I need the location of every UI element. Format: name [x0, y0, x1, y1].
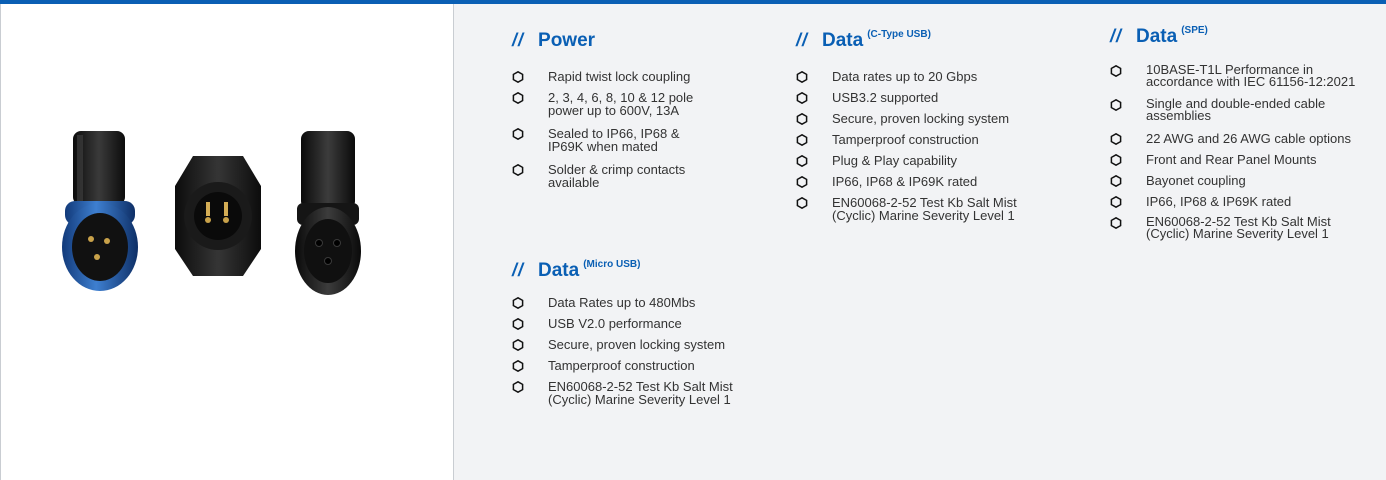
- list-item: EN60068-2-52 Test Kb Salt Mist (Cyclic) …: [796, 196, 1066, 222]
- socket-connector-image: [295, 131, 361, 295]
- list-item: 2, 3, 4, 6, 8, 10 & 12 pole power up to …: [512, 91, 752, 117]
- list-item: Secure, proven locking system: [796, 112, 1066, 125]
- list-item: IP66, IP68 & IP69K rated: [796, 175, 1066, 188]
- data-spe-header: // Data (SPE): [1110, 25, 1386, 52]
- list-item: USB V2.0 performance: [512, 317, 772, 330]
- hexagon-bullet-icon: [1110, 133, 1122, 145]
- hexagon-bullet-icon: [796, 113, 808, 125]
- item-text: Solder & crimp contacts available: [548, 162, 686, 190]
- section-title: Data: [538, 260, 580, 281]
- hexagon-bullet-icon: [512, 164, 524, 176]
- item-text: 22 AWG and 26 AWG cable options: [1146, 131, 1351, 146]
- data-c-type-usb-section: // Data (C-Type USB) Data rates up to 20…: [796, 29, 1066, 230]
- slashes-decoration: //: [512, 30, 525, 50]
- item-text: Tamperproof construction: [832, 132, 979, 147]
- data-spe-feature-list: 10BASE-T1L Performance in accordance wit…: [1110, 62, 1386, 241]
- hexagon-bullet-icon: [512, 128, 524, 140]
- item-text: Tamperproof construction: [548, 358, 695, 373]
- hexagon-bullet-icon: [796, 92, 808, 104]
- slashes-decoration: //: [796, 30, 809, 50]
- data-spe-section: // Data (SPE) 10BASE-T1L Performance in …: [1110, 25, 1386, 248]
- item-text: 10BASE-T1L Performance in accordance wit…: [1146, 62, 1356, 89]
- item-text: Data rates up to 20 Gbps: [832, 69, 978, 84]
- hexagon-bullet-icon: [512, 297, 524, 309]
- section-title: Data: [1136, 26, 1178, 47]
- list-item: Bayonet coupling: [1110, 174, 1386, 187]
- list-item: 10BASE-T1L Performance in accordance wit…: [1110, 62, 1386, 89]
- slashes-decoration: //: [512, 260, 525, 280]
- list-item: Sealed to IP66, IP68 & IP69K when mated: [512, 127, 752, 153]
- list-item: IP66, IP68 & IP69K rated: [1110, 195, 1386, 208]
- item-text: EN60068-2-52 Test Kb Salt Mist (Cyclic) …: [1146, 214, 1331, 241]
- hexagon-bullet-icon: [1110, 65, 1122, 77]
- item-text: IP66, IP68 & IP69K rated: [1146, 194, 1292, 209]
- hexagon-bullet-icon: [512, 360, 524, 372]
- data-micro-usb-header: // Data (Micro USB): [512, 259, 772, 286]
- section-title: Data: [822, 30, 864, 51]
- data-micro-usb-feature-list: Data Rates up to 480Mbs USB V2.0 perform…: [512, 296, 772, 406]
- hexagon-bullet-icon: [512, 92, 524, 104]
- hexagon-bullet-icon: [796, 176, 808, 188]
- hexagon-bullet-icon: [1110, 196, 1122, 208]
- data-c-type-usb-feature-list: Data rates up to 20 Gbps USB3.2 supporte…: [796, 70, 1066, 222]
- section-superscript: (SPE): [1181, 25, 1208, 36]
- list-item: USB3.2 supported: [796, 91, 1066, 104]
- item-text: Sealed to IP66, IP68 & IP69K when mated: [548, 126, 680, 154]
- list-item: Tamperproof construction: [512, 359, 772, 372]
- item-text: Data Rates up to 480Mbs: [548, 295, 696, 310]
- blue-plug-connector-image: [62, 131, 138, 291]
- data-c-type-usb-header: // Data (C-Type USB): [796, 29, 1066, 56]
- section-superscript: (C-Type USB): [867, 29, 931, 40]
- list-item: EN60068-2-52 Test Kb Salt Mist (Cyclic) …: [1110, 214, 1386, 241]
- item-text: USB V2.0 performance: [548, 316, 682, 331]
- item-text: EN60068-2-52 Test Kb Salt Mist (Cyclic) …: [548, 379, 733, 407]
- item-text: EN60068-2-52 Test Kb Salt Mist (Cyclic) …: [832, 195, 1017, 223]
- hexagon-bullet-icon: [512, 381, 524, 393]
- section-title: Power: [538, 30, 596, 51]
- item-text: Secure, proven locking system: [832, 111, 1010, 126]
- list-item: Solder & crimp contacts available: [512, 163, 752, 189]
- hexagon-bullet-icon: [512, 318, 524, 330]
- hexagon-bullet-icon: [1110, 154, 1122, 166]
- power-section: // Power Rapid twist lock coupling 2, 3,…: [512, 30, 752, 197]
- list-item: Plug & Play capability: [796, 154, 1066, 167]
- power-feature-list: Rapid twist lock coupling 2, 3, 4, 6, 8,…: [512, 70, 752, 189]
- panel-mount-connector-image: [175, 156, 261, 276]
- item-text: Bayonet coupling: [1146, 173, 1246, 188]
- item-text: Front and Rear Panel Mounts: [1146, 152, 1317, 167]
- hexagon-bullet-icon: [1110, 217, 1122, 229]
- hexagon-bullet-icon: [1110, 175, 1122, 187]
- list-item: Single and double-ended cable assemblies: [1110, 96, 1386, 123]
- list-item: Tamperproof construction: [796, 133, 1066, 146]
- hexagon-bullet-icon: [1110, 99, 1122, 111]
- item-text: 2, 3, 4, 6, 8, 10 & 12 pole power up to …: [548, 90, 694, 118]
- data-micro-usb-section: // Data (Micro USB) Data Rates up to 480…: [512, 259, 772, 414]
- product-image-panel: [0, 4, 454, 480]
- hexagon-bullet-icon: [512, 339, 524, 351]
- section-superscript: (Micro USB): [583, 259, 641, 270]
- hexagon-bullet-icon: [796, 197, 808, 209]
- item-text: Single and double-ended cable assemblies: [1146, 96, 1326, 123]
- list-item: Front and Rear Panel Mounts: [1110, 153, 1386, 166]
- slashes-decoration: //: [1110, 26, 1123, 46]
- power-header: // Power: [512, 30, 752, 56]
- list-item: 22 AWG and 26 AWG cable options: [1110, 132, 1386, 145]
- item-text: Plug & Play capability: [832, 153, 958, 168]
- list-item: Rapid twist lock coupling: [512, 70, 752, 83]
- list-item: Secure, proven locking system: [512, 338, 772, 351]
- item-text: IP66, IP68 & IP69K rated: [832, 174, 978, 189]
- list-item: Data rates up to 20 Gbps: [796, 70, 1066, 83]
- hexagon-bullet-icon: [796, 71, 808, 83]
- hexagon-bullet-icon: [796, 155, 808, 167]
- item-text: Secure, proven locking system: [548, 337, 726, 352]
- list-item: Data Rates up to 480Mbs: [512, 296, 772, 309]
- item-text: USB3.2 supported: [832, 90, 939, 105]
- hexagon-bullet-icon: [512, 71, 524, 83]
- item-text: Rapid twist lock coupling: [548, 69, 691, 84]
- hexagon-bullet-icon: [796, 134, 808, 146]
- specs-panel: // Power Rapid twist lock coupling 2, 3,…: [454, 4, 1386, 480]
- list-item: EN60068-2-52 Test Kb Salt Mist (Cyclic) …: [512, 380, 772, 406]
